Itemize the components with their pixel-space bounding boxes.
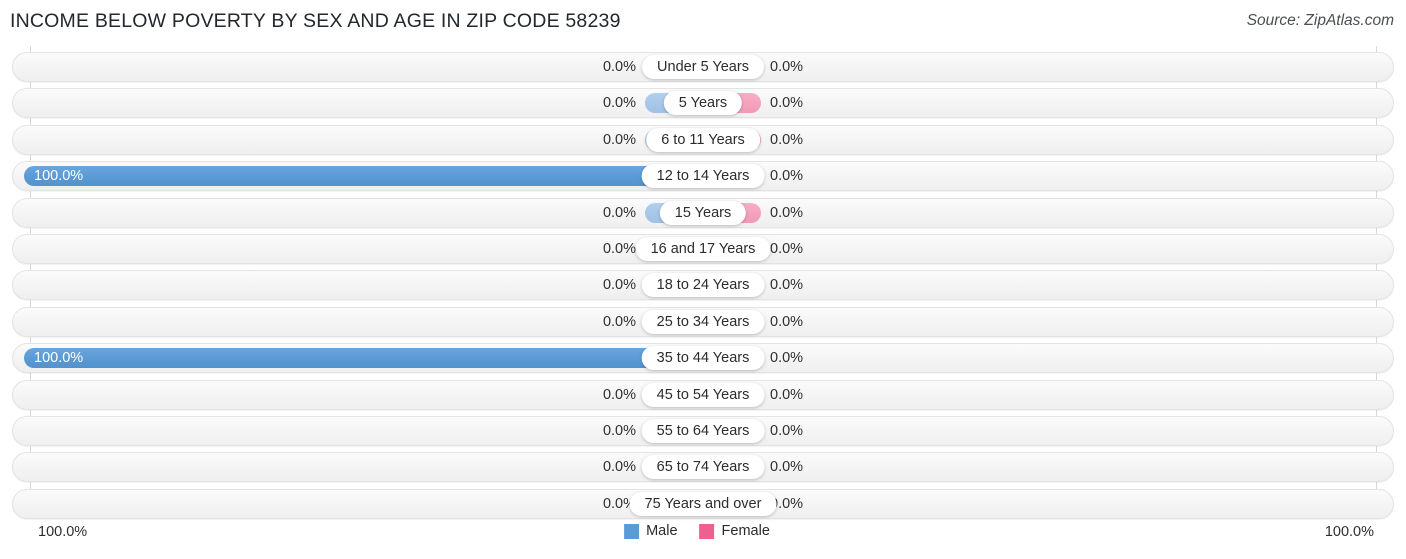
male-value-label: 0.0% — [602, 95, 636, 112]
female-value-label: 0.0% — [770, 277, 804, 294]
chart-row: 0.0% 0.0% 45 to 54 Years — [12, 379, 1394, 410]
category-label: Under 5 Years — [642, 55, 764, 79]
male-value-label: 0.0% — [602, 204, 636, 221]
female-value-label: 0.0% — [770, 204, 804, 221]
category-label: 18 to 24 Years — [641, 273, 765, 298]
male-value-label: 0.0% — [602, 131, 636, 148]
chart-row: 0.0% 0.0% 16 and 17 Years — [12, 234, 1394, 264]
source-attribution: Source: ZipAtlas.com — [1246, 12, 1394, 29]
legend-swatch-icon — [699, 523, 715, 539]
category-label: 75 Years and over — [629, 491, 777, 516]
male-value-label: 100.0% — [34, 168, 84, 185]
legend-label: Female — [721, 523, 770, 539]
category-label: 35 to 44 Years — [641, 346, 765, 371]
category-label: 16 and 17 Years — [635, 237, 771, 261]
male-value-label: 0.0% — [602, 459, 636, 476]
male-value-label: 100.0% — [34, 350, 84, 367]
chart-row: 0.0% 0.0% 18 to 24 Years — [12, 270, 1394, 301]
category-label: 45 to 54 Years — [641, 382, 765, 407]
category-label: 55 to 64 Years — [641, 419, 765, 443]
female-value-label: 0.0% — [770, 168, 804, 185]
female-value-label: 0.0% — [770, 131, 804, 148]
female-value-label: 0.0% — [770, 59, 804, 75]
category-label: 65 to 74 Years — [641, 455, 765, 480]
male-value-label: 0.0% — [602, 59, 636, 75]
axis-left-max-label: 100.0% — [38, 524, 88, 540]
chart-header: INCOME BELOW POVERTY BY SEX AND AGE IN Z… — [0, 0, 1406, 44]
chart-row: 0.0% 0.0% 25 to 34 Years — [12, 306, 1394, 337]
page-title: INCOME BELOW POVERTY BY SEX AND AGE IN Z… — [10, 10, 621, 32]
female-value-label: 0.0% — [770, 459, 804, 476]
chart-legend: Male Female — [624, 523, 782, 539]
category-label: 5 Years — [663, 91, 743, 116]
chart-row: 0.0% 0.0% 6 to 11 Years — [12, 124, 1394, 155]
chart-row: 0.0% 0.0% 65 to 74 Years — [12, 452, 1394, 483]
legend-swatch-icon — [624, 523, 640, 539]
male-bar — [24, 348, 703, 369]
female-value-label: 0.0% — [770, 95, 804, 112]
male-value-label: 0.0% — [602, 423, 636, 439]
chart-footer: 100.0% 100.0% Male Female — [0, 518, 1406, 559]
chart-row: 0.0% 0.0% 75 Years and over — [12, 488, 1394, 519]
legend-item[interactable]: Female — [699, 523, 770, 539]
female-value-label: 0.0% — [770, 386, 804, 403]
legend-item[interactable]: Male — [624, 523, 678, 539]
chart-row: 0.0% 0.0% 5 Years — [12, 88, 1394, 119]
category-label: 15 Years — [659, 200, 747, 225]
male-value-label: 0.0% — [602, 277, 636, 294]
chart-plot-area: 0.0% 0.0% Under 5 Years 0.0% 0.0% 5 Years 0.0%… — [0, 46, 1406, 519]
axis-right-max-label: 100.0% — [1324, 524, 1374, 540]
legend-label: Male — [646, 523, 678, 539]
chart-row: 0.0% 0.0% Under 5 Years — [12, 52, 1394, 82]
category-label: 12 to 14 Years — [641, 164, 765, 189]
category-label: 25 to 34 Years — [641, 309, 765, 334]
chart-row: 100.0% 0.0% 12 to 14 Years — [12, 161, 1394, 192]
male-value-label: 0.0% — [602, 241, 636, 257]
female-value-label: 0.0% — [770, 241, 804, 257]
male-bar — [24, 166, 703, 187]
female-value-label: 0.0% — [770, 313, 804, 330]
chart-row: 100.0% 0.0% 35 to 44 Years — [12, 343, 1394, 374]
category-label: 6 to 11 Years — [646, 127, 760, 152]
female-value-label: 0.0% — [770, 423, 804, 439]
female-value-label: 0.0% — [770, 350, 804, 367]
chart-row: 0.0% 0.0% 55 to 64 Years — [12, 416, 1394, 446]
male-value-label: 0.0% — [602, 313, 636, 330]
chart-row: 0.0% 0.0% 15 Years — [12, 197, 1394, 228]
male-value-label: 0.0% — [602, 386, 636, 403]
